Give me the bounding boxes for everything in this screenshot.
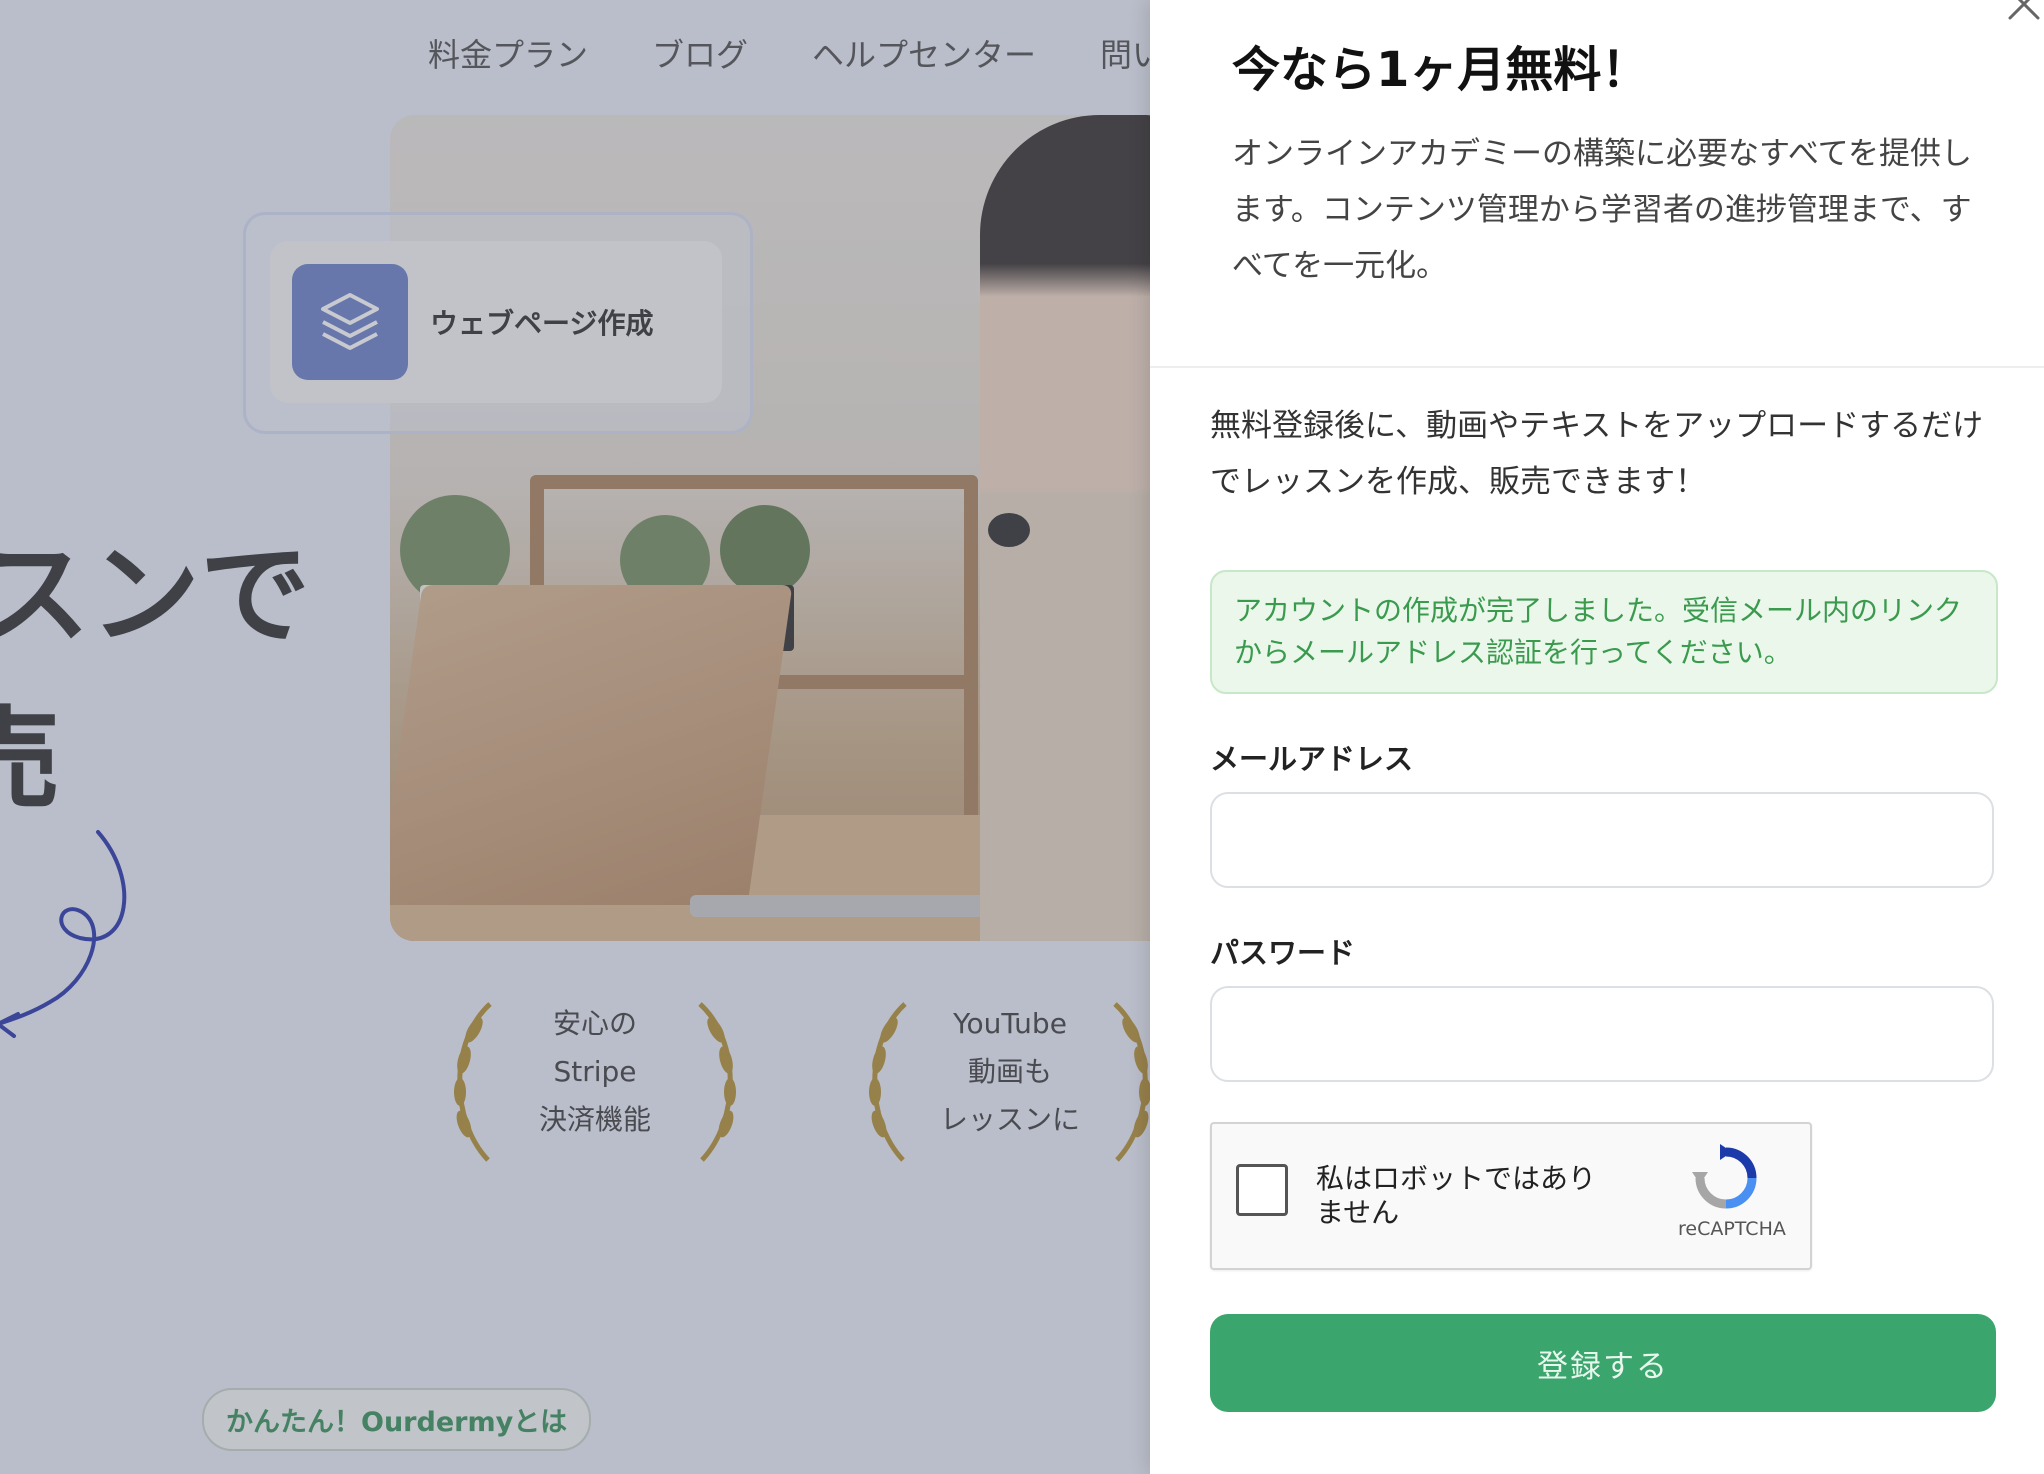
recaptcha-widget: 私はロボットではありません reCAPTCHA	[1210, 1122, 1812, 1270]
signup-drawer: 今なら1ヶ月無料！ オンラインアカデミーの構築に必要なすべてを提供します。コンテ…	[1150, 0, 2044, 1474]
drawer-description: オンラインアカデミーの構築に必要なすべてを提供します。コンテンツ管理から学習者の…	[1232, 136, 1972, 284]
background-page: 料金プラン ブログ ヘルプセンター 問い ウェブページ作成 スンで 売 安心の …	[0, 0, 1150, 1474]
recaptcha-brand: reCAPTCHA	[1678, 1218, 1786, 1240]
email-label: メールアドレス	[1210, 742, 1414, 776]
recaptcha-logo-icon	[1692, 1144, 1757, 1209]
recaptcha-checkbox[interactable]	[1236, 1164, 1288, 1216]
modal-backdrop[interactable]	[0, 0, 1150, 1474]
drawer-title: 今なら1ヶ月無料！	[1232, 42, 1650, 98]
email-field[interactable]	[1210, 792, 1994, 888]
success-alert: アカウントの作成が完了しました。受信メール内のリンクからメールアドレス認証を行っ…	[1210, 570, 1998, 694]
recaptcha-label: 私はロボットではありません	[1316, 1162, 1597, 1229]
close-icon[interactable]	[2004, 0, 2044, 24]
drawer-header: 今なら1ヶ月無料！ オンラインアカデミーの構築に必要なすべてを提供します。コンテ…	[1232, 30, 1992, 294]
password-field[interactable]	[1210, 986, 1994, 1082]
password-label: パスワード	[1210, 936, 1356, 970]
register-button[interactable]: 登録する	[1210, 1314, 1996, 1412]
divider	[1150, 366, 2044, 368]
form-intro: 無料登録後に、動画やテキストをアップロードするだけでレッスンを作成、販売できます…	[1210, 408, 1984, 500]
signup-form: 無料登録後に、動画やテキストをアップロードするだけでレッスンを作成、販売できます…	[1210, 398, 1998, 1412]
